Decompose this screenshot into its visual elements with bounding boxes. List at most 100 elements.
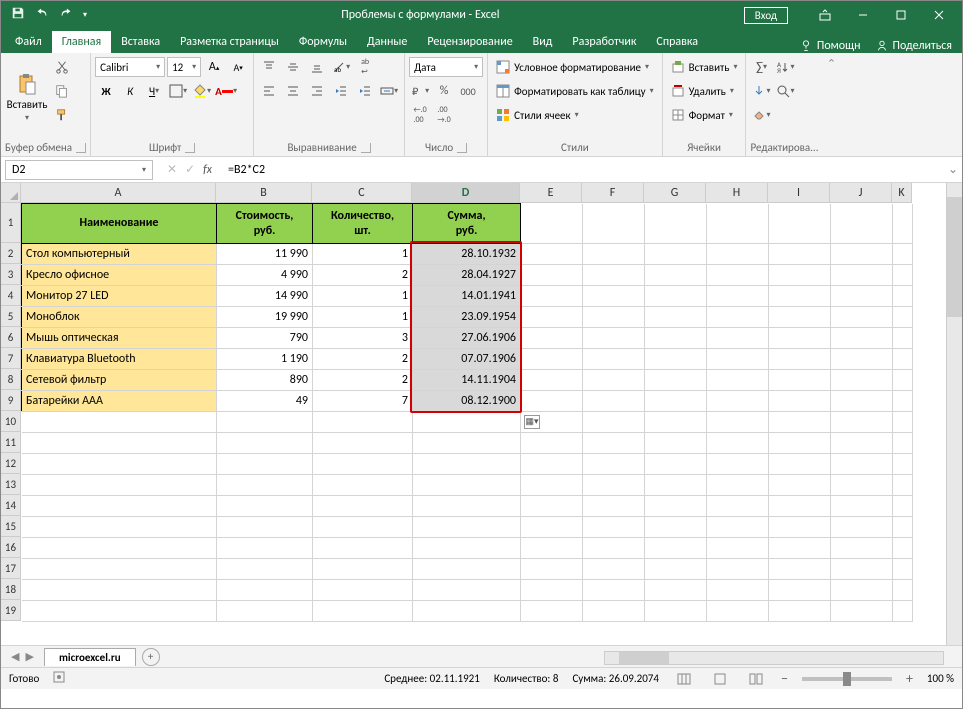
save-icon[interactable] — [11, 6, 25, 24]
formula-input[interactable]: =B2*C2 — [222, 163, 944, 177]
cell[interactable]: 2 — [313, 349, 413, 370]
tab-разработчик[interactable]: Разработчик — [562, 31, 646, 53]
increase-indent-icon[interactable] — [354, 80, 376, 102]
header-cell[interactable]: Сумма,руб. — [413, 204, 521, 244]
format-painter-icon[interactable] — [51, 104, 73, 126]
maximize-icon[interactable] — [884, 4, 918, 26]
insert-cells-button[interactable]: Вставить▾ — [667, 56, 742, 78]
col-header-J[interactable]: J — [830, 183, 892, 203]
tab-данные[interactable]: Данные — [357, 31, 417, 53]
row-header-19[interactable]: 19 — [1, 600, 21, 621]
row-header-15[interactable]: 15 — [1, 516, 21, 537]
signin-button[interactable]: Вход — [744, 7, 788, 24]
col-header-H[interactable]: H — [706, 183, 768, 203]
cell[interactable]: 28.04.1927 — [413, 265, 521, 286]
tell-me[interactable]: Помощн — [799, 39, 861, 53]
ribbon-options-icon[interactable] — [808, 4, 842, 26]
close-icon[interactable] — [922, 4, 956, 26]
cell[interactable]: 23.09.1954 — [413, 307, 521, 328]
decrease-indent-icon[interactable] — [330, 80, 352, 102]
header-cell[interactable]: Наименование — [22, 204, 217, 244]
cell[interactable]: Моноблок — [22, 307, 217, 328]
ribbon-collapse-icon[interactable]: ⌃ — [822, 53, 840, 156]
bold-icon[interactable]: Ж — [95, 80, 117, 102]
find-icon[interactable]: ▾ — [774, 80, 796, 102]
view-normal-icon[interactable] — [673, 671, 695, 687]
col-header-K[interactable]: K — [892, 183, 912, 203]
currency-icon[interactable]: ₽▾ — [409, 80, 431, 102]
cell[interactable]: 08.12.1900 — [413, 391, 521, 412]
cell[interactable]: Сетевой фильтр — [22, 370, 217, 391]
col-header-A[interactable]: A — [21, 183, 216, 203]
vertical-scrollbar[interactable] — [946, 183, 962, 645]
cell[interactable]: 14.11.1904 — [413, 370, 521, 391]
increase-font-icon[interactable]: A▴ — [203, 56, 225, 78]
number-format-select[interactable]: Дата▾ — [409, 57, 483, 77]
row-header-17[interactable]: 17 — [1, 558, 21, 579]
comma-icon[interactable]: 000 — [457, 80, 479, 102]
cell[interactable]: Батарейки ААА — [22, 391, 217, 412]
percent-icon[interactable]: % — [433, 80, 455, 102]
col-header-G[interactable]: G — [644, 183, 706, 203]
row-header-11[interactable]: 11 — [1, 432, 21, 453]
row-header-2[interactable]: 2 — [1, 243, 21, 264]
format-as-table-button[interactable]: Форматировать как таблицу▾ — [492, 80, 658, 102]
orientation-icon[interactable]: ab▾ — [330, 56, 352, 78]
align-bottom-icon[interactable] — [306, 56, 328, 78]
minimize-icon[interactable] — [846, 4, 880, 26]
autofill-options-icon[interactable]: ▦▾ — [524, 415, 540, 429]
add-sheet-button[interactable]: + — [142, 648, 160, 666]
decrease-font-icon[interactable]: A▾ — [227, 56, 249, 78]
cell[interactable]: 3 — [313, 328, 413, 349]
tab-файл[interactable]: Файл — [5, 31, 52, 53]
cell[interactable]: 1 — [313, 286, 413, 307]
cell[interactable]: 890 — [217, 370, 313, 391]
header-cell[interactable]: Количество,шт. — [313, 204, 413, 244]
font-name-select[interactable]: Calibri▾ — [95, 57, 165, 77]
cell[interactable]: Монитор 27 LED — [22, 286, 217, 307]
col-header-C[interactable]: C — [312, 183, 412, 203]
cell[interactable]: Кресло офисное — [22, 265, 217, 286]
view-page-layout-icon[interactable] — [709, 671, 731, 687]
cell[interactable]: 1 — [313, 307, 413, 328]
zoom-slider[interactable] — [802, 677, 892, 681]
row-header-13[interactable]: 13 — [1, 474, 21, 495]
cell[interactable]: 790 — [217, 328, 313, 349]
decrease-decimal-icon[interactable]: .00→.0 — [433, 104, 455, 126]
qat-customize-icon[interactable]: ▾ — [83, 10, 87, 20]
row-header-10[interactable]: 10 — [1, 411, 21, 432]
font-size-select[interactable]: 12▾ — [167, 57, 201, 77]
cell-styles-button[interactable]: Стили ячеек▾ — [492, 104, 658, 126]
tab-вид[interactable]: Вид — [523, 31, 563, 53]
sort-filter-icon[interactable]: AЯ▾ — [774, 56, 796, 78]
fill-icon[interactable]: ▾ — [750, 80, 772, 102]
autosum-icon[interactable]: ∑▾ — [750, 56, 772, 78]
cell[interactable]: Мышь оптическая — [22, 328, 217, 349]
cell[interactable]: 2 — [313, 265, 413, 286]
sheet-nav-next-icon[interactable]: ▶ — [25, 650, 33, 663]
tab-главная[interactable]: Главная — [52, 31, 111, 53]
expand-formula-bar-icon[interactable]: ⌄ — [944, 162, 962, 177]
col-header-B[interactable]: B — [216, 183, 312, 203]
cell[interactable]: 1 190 — [217, 349, 313, 370]
row-header-16[interactable]: 16 — [1, 537, 21, 558]
cell[interactable]: 11 990 — [217, 244, 313, 265]
view-page-break-icon[interactable] — [745, 671, 767, 687]
col-header-E[interactable]: E — [520, 183, 582, 203]
select-all-corner[interactable] — [1, 183, 21, 203]
align-right-icon[interactable] — [306, 80, 328, 102]
font-color-icon[interactable]: А▾ — [215, 80, 237, 102]
cell[interactable]: 49 — [217, 391, 313, 412]
cell[interactable]: 2 — [313, 370, 413, 391]
macro-record-icon[interactable] — [53, 671, 65, 686]
wrap-text-icon[interactable]: ab↩ — [354, 56, 376, 78]
copy-icon[interactable] — [51, 80, 73, 102]
zoom-out-icon[interactable]: − — [781, 670, 788, 687]
row-header-8[interactable]: 8 — [1, 369, 21, 390]
spreadsheet-grid[interactable]: ABCDEFGHIJK 1234567891011121314151617181… — [1, 183, 962, 645]
redo-icon[interactable] — [59, 6, 73, 24]
align-middle-icon[interactable] — [282, 56, 304, 78]
header-cell[interactable]: Стоимость,руб. — [217, 204, 313, 244]
row-header-14[interactable]: 14 — [1, 495, 21, 516]
cell[interactable]: 07.07.1906 — [413, 349, 521, 370]
